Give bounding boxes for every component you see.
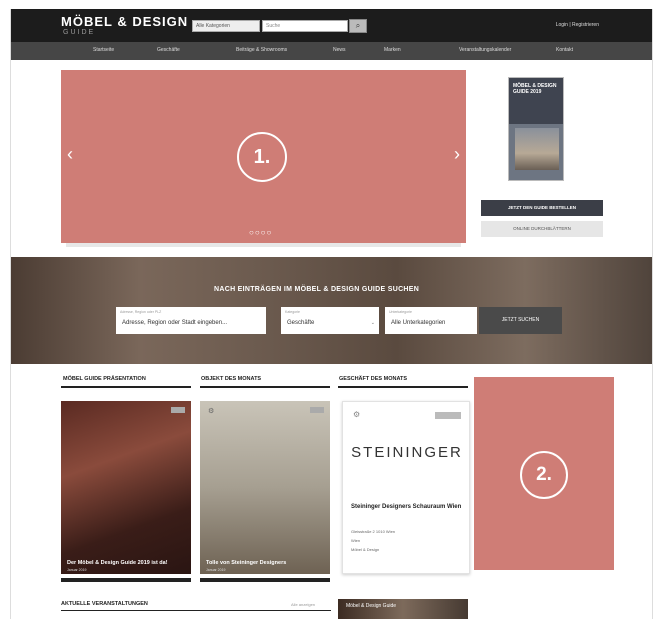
shop-city: Wien — [351, 538, 361, 543]
presentation-card-bar — [61, 578, 191, 582]
nav-item-home[interactable]: Startseite — [93, 47, 114, 53]
main-nav: Startseite Geschäfte Beiträge & Showroom… — [11, 42, 652, 60]
shop-brand-logo: STEININGER — [351, 444, 463, 461]
nav-item-news[interactable]: News — [333, 47, 346, 53]
card-badge — [435, 412, 461, 419]
subcategory-field[interactable]: Unterkategorie Alle Unterkategorien — [385, 307, 477, 334]
event-teaser-text: Möbel & Design Guide — [346, 603, 397, 609]
location-caption: Adresse, Region oder PLZ — [120, 310, 162, 314]
card-badge — [171, 407, 185, 413]
slider-marker: 1. — [237, 132, 287, 182]
subcategory-caption: Unterkategorie — [389, 310, 412, 314]
ad-placeholder[interactable]: 2. — [474, 377, 614, 570]
order-guide-button[interactable]: JETZT DEN GUIDE BESTELLEN — [481, 200, 603, 216]
search-icon: ⌕ — [355, 21, 361, 30]
magazine-cover-photo — [515, 128, 559, 170]
nav-item-contact[interactable]: Kontakt — [556, 47, 573, 53]
category-field[interactable]: Kategorie Geschäfte ⌄ — [281, 307, 379, 334]
shop-address: Gleisstraße 2 1010 Wien — [351, 529, 396, 534]
search-button[interactable]: ⌕ — [349, 19, 367, 33]
ad-marker: 2. — [520, 451, 568, 499]
hero-slider[interactable]: ‹ 1. › ○○○○ — [61, 70, 466, 243]
location-field[interactable]: Adresse, Region oder PLZ Adresse, Region… — [116, 307, 266, 334]
site-logo-subtitle: GUIDE — [63, 29, 96, 36]
category-caption: Kategorie — [285, 310, 300, 314]
shop-rule — [338, 386, 468, 388]
search-hero-title: NACH EINTRÄGEN IM MÖBEL & DESIGN GUIDE S… — [214, 286, 420, 293]
category-value: Geschäfte — [287, 320, 315, 326]
gear-icon: ⚙ — [208, 408, 215, 415]
object-card[interactable]: ⚙ Tolle von Steininger Designers Januar … — [200, 401, 330, 574]
card-badge — [310, 407, 324, 413]
slider-prev-arrow[interactable]: ‹ — [67, 144, 73, 165]
object-heading: OBJEKT DES MONATS — [201, 376, 262, 382]
presentation-card[interactable]: Der Möbel & Design Guide 2019 ist da! Ja… — [61, 401, 191, 574]
login-link[interactable]: Login | Registrieren — [556, 22, 599, 28]
subcategory-value: Alle Unterkategorien — [391, 320, 446, 326]
presentation-card-date: Januar 2019 — [67, 568, 87, 572]
presentation-heading: MÖBEL GUIDE PRÄSENTATION — [63, 376, 146, 382]
site-logo[interactable]: MÖBEL & DESIGN — [61, 14, 188, 29]
read-online-button[interactable]: ONLINE DURCHBLÄTTERN — [481, 221, 603, 237]
hero-search-button[interactable]: JETZT SUCHEN — [479, 307, 562, 334]
presentation-card-caption: Der Möbel & Design Guide 2019 ist da! — [67, 560, 168, 566]
location-value: Adresse, Region oder Stadt eingeben... — [122, 320, 228, 326]
shop-card[interactable]: ⚙ STEININGER Steininger Designers Schaur… — [342, 401, 470, 574]
nav-item-events[interactable]: Veranstaltungskalender — [459, 47, 511, 53]
search-input[interactable]: Suche — [262, 20, 348, 32]
object-card-bar — [200, 578, 330, 582]
shop-category: Möbel & Design — [351, 547, 380, 552]
chevron-down-icon: ⌄ — [370, 320, 375, 326]
gear-icon: ⚙ — [353, 410, 361, 419]
shop-card-title: Steininger Designers Schauraum Wien — [351, 504, 462, 510]
slider-shadow — [66, 243, 461, 247]
nav-item-shops[interactable]: Geschäfte — [157, 47, 180, 53]
event-teaser-image[interactable]: Möbel & Design Guide — [338, 599, 468, 619]
object-card-caption: Tolle von Steininger Designers — [206, 560, 287, 566]
nav-item-brands[interactable]: Marken — [384, 47, 401, 53]
presentation-rule — [61, 386, 191, 388]
events-heading: AKTUELLE VERANSTALTUNGEN — [61, 601, 148, 607]
magazine-cover-title: MÖBEL & DESIGN GUIDE 2019 — [513, 83, 557, 95]
magazine-cover-top: MÖBEL & DESIGN GUIDE 2019 — [509, 78, 563, 124]
events-rule — [61, 610, 331, 611]
page: MÖBEL & DESIGN GUIDE Alle Kategorien Suc… — [10, 9, 653, 619]
shop-heading: GESCHÄFT DES MONATS — [339, 376, 408, 382]
category-select[interactable]: Alle Kategorien — [192, 20, 260, 32]
header: MÖBEL & DESIGN GUIDE Alle Kategorien Suc… — [11, 9, 652, 42]
events-more-link[interactable]: Alle anzeigen — [291, 602, 315, 607]
slider-dots[interactable]: ○○○○ — [249, 228, 272, 237]
object-card-date: Januar 2019 — [206, 568, 226, 572]
object-rule — [200, 386, 330, 388]
magazine-cover[interactable]: MÖBEL & DESIGN GUIDE 2019 — [508, 77, 564, 181]
slider-next-arrow[interactable]: › — [454, 144, 460, 165]
nav-item-showrooms[interactable]: Beiträge & Showrooms — [236, 47, 287, 53]
